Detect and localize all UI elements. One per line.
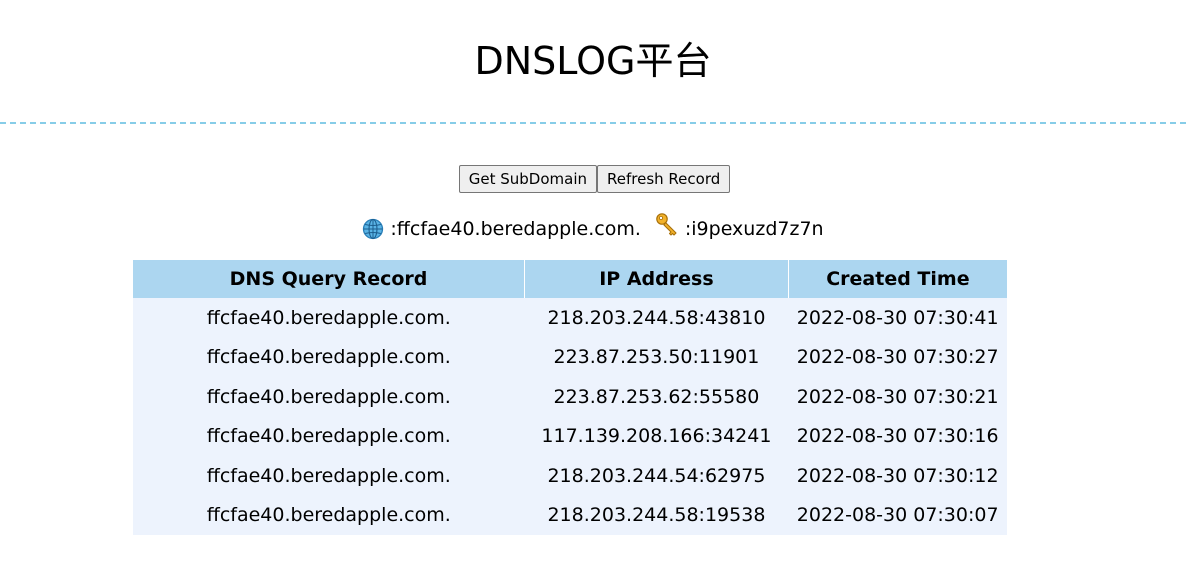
- ip-address-cell: 218.203.244.58:43810: [524, 298, 789, 338]
- table-row: ffcfae40.beredapple.com. 223.87.253.50:1…: [133, 337, 1007, 377]
- column-header-created-time: Created Time: [788, 260, 1007, 298]
- page: DNSLOG平台 Get SubDomain Refresh Record :f…: [0, 0, 1186, 573]
- ip-address-cell: 117.139.208.166:34241: [524, 416, 789, 456]
- column-header-dns-query-record: DNS Query Record: [133, 260, 526, 298]
- ip-address-cell: 218.203.244.58:19538: [524, 495, 789, 535]
- table-row: ffcfae40.beredapple.com. 117.139.208.166…: [133, 416, 1007, 456]
- page-title: DNSLOG平台: [474, 39, 712, 83]
- dns-records-table: DNS Query Record IP Address Created Time…: [133, 260, 1007, 535]
- table-row: ffcfae40.beredapple.com. 218.203.244.54:…: [133, 456, 1007, 496]
- created-time-cell: 2022-08-30 07:30:12: [788, 456, 1007, 496]
- dns-query-cell: ffcfae40.beredapple.com.: [133, 416, 525, 456]
- created-time-cell: 2022-08-30 07:30:27: [788, 337, 1007, 377]
- ip-address-cell: 223.87.253.62:55580: [524, 377, 789, 417]
- dns-query-cell: ffcfae40.beredapple.com.: [133, 298, 525, 338]
- dns-query-cell: ffcfae40.beredapple.com.: [133, 495, 525, 535]
- created-time-cell: 2022-08-30 07:30:21: [788, 377, 1007, 417]
- token-text: :i9pexuzd7z7n: [684, 217, 824, 240]
- created-time-cell: 2022-08-30 07:30:16: [788, 416, 1007, 456]
- key-icon: [655, 212, 679, 245]
- subdomain-text: :ffcfae40.beredapple.com.: [390, 217, 641, 240]
- subdomain-info: :ffcfae40.beredapple.com. :i9pexuzd7z7n: [0, 212, 1186, 245]
- ip-address-cell: 218.203.244.54:62975: [524, 456, 789, 496]
- dashed-divider: [0, 122, 1186, 124]
- ip-address-cell: 223.87.253.50:11901: [524, 337, 789, 377]
- dns-query-cell: ffcfae40.beredapple.com.: [133, 456, 525, 496]
- get-subdomain-button[interactable]: Get SubDomain: [458, 165, 597, 193]
- table-row: ffcfae40.beredapple.com. 218.203.244.58:…: [133, 298, 1007, 338]
- column-header-ip-address: IP Address: [524, 260, 789, 298]
- toolbar: Get SubDomain Refresh Record: [0, 165, 1186, 193]
- dns-query-cell: ffcfae40.beredapple.com.: [133, 337, 525, 377]
- table-header-row: DNS Query Record IP Address Created Time: [133, 260, 1007, 298]
- created-time-cell: 2022-08-30 07:30:07: [788, 495, 1007, 535]
- table-row: ffcfae40.beredapple.com. 218.203.244.58:…: [133, 495, 1007, 535]
- table-row: ffcfae40.beredapple.com. 223.87.253.62:5…: [133, 377, 1007, 417]
- refresh-record-button[interactable]: Refresh Record: [597, 165, 731, 193]
- globe-icon: [362, 218, 384, 240]
- created-time-cell: 2022-08-30 07:30:41: [788, 298, 1007, 338]
- dns-query-cell: ffcfae40.beredapple.com.: [133, 377, 525, 417]
